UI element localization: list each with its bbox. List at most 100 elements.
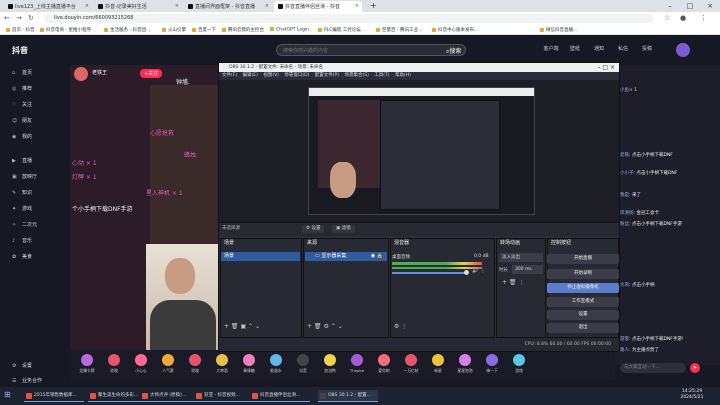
bookmark-item[interactable]: 抖音中心版本发布... xyxy=(432,27,478,33)
bookmark-item[interactable]: 火山引擎 xyxy=(162,27,186,33)
duration-input[interactable]: 300 ms xyxy=(512,265,543,274)
obs-menu-docks[interactable]: 停靠窗口(D) xyxy=(284,73,309,78)
bookmark-item[interactable]: 巨量百 - 腾讯工业... xyxy=(376,27,422,33)
sidebar-item-follow[interactable]: ♡ 关注 xyxy=(12,101,32,108)
bookmark-item[interactable]: 微信抖音直播... xyxy=(540,27,577,33)
send-icon[interactable]: ➤ xyxy=(690,363,700,373)
transition-select[interactable]: 淡入淡出 xyxy=(499,253,543,262)
volume-slider-handle[interactable] xyxy=(464,270,469,275)
obs-menu-profile[interactable]: 配置文件(P) xyxy=(315,73,339,78)
gift-item[interactable]: 抖音 xyxy=(290,354,316,374)
system-clock[interactable]: 14:25:29 2024/5/21 xyxy=(672,389,712,401)
obs-menu-view[interactable]: 视图(V) xyxy=(263,73,279,78)
close-tab-icon[interactable]: × xyxy=(265,3,269,9)
gift-item[interactable]: 能量水 xyxy=(263,354,289,374)
obs-settings-control-button[interactable]: 设置 xyxy=(547,310,619,320)
maximize-window-icon[interactable]: □ xyxy=(680,0,700,12)
obs-window-controls[interactable]: – □ × xyxy=(580,63,618,72)
gift-item[interactable]: 小心心 xyxy=(128,354,154,374)
back-icon[interactable]: ← xyxy=(4,14,10,22)
taskbar-item[interactable]: 2015年销售数据库... xyxy=(24,390,84,402)
gift-item[interactable]: 爱你哟 xyxy=(371,354,397,374)
bookmark-item[interactable]: 生活服务 - 抖音团... xyxy=(104,27,150,33)
scene-item[interactable]: 场景 xyxy=(221,252,300,261)
browser-tab[interactable]: 抖音-记录美好生活 × xyxy=(94,1,182,12)
mixer-dock-buttons[interactable]: ⚙ ⋮ xyxy=(394,323,407,330)
sidebar-item-live[interactable]: ▶ 直播 xyxy=(12,157,32,164)
obs-title-bar[interactable]: OBS 30.1.2 - 配置文件: 未命名 - 场景: 未命名 xyxy=(219,63,619,72)
bookmark-item[interactable]: 百度一下 xyxy=(192,27,216,33)
search-box[interactable] xyxy=(276,44,466,56)
transition-buttons[interactable]: + 🗑 ⋮ xyxy=(502,279,524,286)
start-streaming-button[interactable]: 开始直播 xyxy=(547,254,619,264)
bookmark-item[interactable]: ChatGPT Login xyxy=(270,27,309,33)
douyin-logo[interactable]: 抖音 xyxy=(12,45,28,56)
search-button[interactable]: ⌕搜索 xyxy=(446,46,461,56)
menu-icon[interactable]: ⋮ xyxy=(700,14,707,22)
sidebar-item-food[interactable]: ✿ 美食 xyxy=(12,253,32,260)
browser-tab-active[interactable]: 抖音直播伴侣丝滑 - 抖音 × xyxy=(274,1,362,12)
sidebar-item-mine[interactable]: ◉ 我的 xyxy=(12,133,32,140)
gift-item[interactable]: Thepbe xyxy=(344,354,370,373)
sidebar-item-business[interactable]: ☰ 业务合作 xyxy=(12,377,42,384)
header-wallpaper-button[interactable]: 壁纸 xyxy=(564,45,586,52)
gift-item[interactable]: 龙鳞卡牌 xyxy=(74,354,100,374)
sidebar-item-knowledge[interactable]: ✎ 知识 xyxy=(12,189,32,196)
obs-menu-file[interactable]: 文件(F) xyxy=(222,73,237,78)
header-client-button[interactable]: 客户端 xyxy=(540,45,562,52)
browser-tab[interactable]: 直播间界面框架 - 抖音直播 × xyxy=(184,1,272,12)
obs-menu-scene-collection[interactable]: 场景集合(S) xyxy=(344,73,368,78)
new-tab-button[interactable]: + xyxy=(370,1,377,10)
sidebar-item-cinema[interactable]: ▣ 放映厅 xyxy=(12,173,37,180)
taskbar-item[interactable]: 大师点评 (原稿)... xyxy=(140,390,200,402)
gift-item[interactable]: 棒棒糖 xyxy=(236,354,262,374)
bookmark-item[interactable]: 抖音电商 - 星推小程序 xyxy=(40,27,91,33)
search-input[interactable] xyxy=(283,47,423,54)
browser-tab[interactable]: live123_上线主播直播平台 × xyxy=(4,1,92,12)
url-bar[interactable]: live.douyin.com/660093215268 xyxy=(44,14,654,23)
start-menu-icon[interactable]: ⊞ xyxy=(4,390,16,402)
minimize-window-icon[interactable]: – xyxy=(660,0,680,12)
sources-dock-buttons[interactable]: + 🗑 ⚙ ⌃ ⌄ xyxy=(307,323,343,330)
sidebar-item-anime[interactable]: ✧ 二次元 xyxy=(12,221,37,228)
streamer-name[interactable]: 老铁王 xyxy=(92,69,107,76)
sidebar-item-games[interactable]: ✦ 游戏 xyxy=(12,205,32,212)
bookmark-item[interactable]: PLC编程 工控论坛... xyxy=(318,27,365,33)
gift-item[interactable]: 大啤酒 xyxy=(209,354,235,374)
gift-item[interactable]: 加油鸭 xyxy=(317,354,343,374)
star-icon[interactable]: ☆ xyxy=(664,14,670,22)
streamer-avatar[interactable] xyxy=(74,67,88,81)
chat-input[interactable]: 与大家互动一下... xyxy=(620,363,686,373)
bookmark-item[interactable]: 首页 - 抖音 xyxy=(6,27,34,33)
close-tab-icon[interactable]: × xyxy=(85,3,89,9)
source-item[interactable]: ▭ 显示器采集 ◉ 🔒 xyxy=(305,252,387,261)
sidebar-item-music[interactable]: ♪ 音乐 xyxy=(12,237,32,244)
volume-slider[interactable] xyxy=(392,272,467,274)
sidebar-item-home[interactable]: ⌂ 首页 xyxy=(12,69,32,76)
scenes-dock-buttons[interactable]: + 🗑 ▣ ⌃ ⌄ xyxy=(224,323,260,330)
gift-item[interactable]: 玫瑰 xyxy=(182,354,208,374)
header-notify-button[interactable]: 通知 xyxy=(588,45,610,52)
studio-mode-button[interactable]: 工作室模式 xyxy=(547,297,619,307)
obs-settings-button[interactable]: ⚙ 设置 xyxy=(302,225,325,233)
close-window-icon[interactable]: × xyxy=(700,0,720,12)
close-tab-icon[interactable]: × xyxy=(175,3,179,9)
gift-item[interactable]: 星星泡泡 xyxy=(452,354,478,374)
close-tab-icon[interactable]: × xyxy=(355,3,359,9)
taskbar-item[interactable]: 聚生美生命的多彩... xyxy=(88,390,148,402)
profile-icon[interactable]: ● xyxy=(680,14,686,22)
taskbar-item[interactable]: 双亚 - 抖音视频... xyxy=(194,390,254,402)
taskbar-item-obs[interactable]: OBS 30.1.2 - 配置... xyxy=(318,390,378,402)
taskbar-item[interactable]: 抖音直播伴侣丝滑... xyxy=(250,390,310,402)
start-recording-button[interactable]: 开始录制 xyxy=(547,269,619,279)
follow-button[interactable]: +关注 xyxy=(140,69,163,78)
forward-icon[interactable]: → xyxy=(16,14,22,22)
header-message-button[interactable]: 私信 xyxy=(612,45,634,52)
gift-item[interactable]: 一万亿枝 xyxy=(398,354,424,374)
exit-button[interactable]: 退出 xyxy=(547,323,619,333)
obs-filters-button[interactable]: ▣ 滤镜 xyxy=(332,225,355,233)
stop-virtual-camera-button[interactable]: 停止虚拟摄像机 xyxy=(547,283,619,293)
visibility-icon[interactable]: ◉ 🔒 xyxy=(371,252,383,261)
sidebar-item-settings[interactable]: ⚙ 设置 xyxy=(12,362,32,369)
reload-icon[interactable]: ↻ xyxy=(28,14,34,22)
